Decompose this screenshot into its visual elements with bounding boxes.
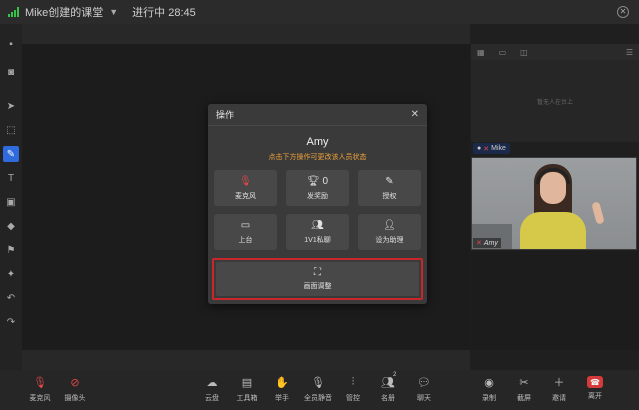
dialog-title: 操作 <box>216 110 235 120</box>
screen-adjust-highlight: ⛶ 画面调整 <box>212 258 423 300</box>
dialog-user-name: Amy <box>306 136 329 148</box>
screen-adjust-icon: ⛶ <box>314 267 321 278</box>
authorize-button[interactable]: ✎ 授权 <box>358 170 421 206</box>
private-chat-button[interactable]: 👥︎ 1V1私聊 <box>286 214 349 250</box>
screen-adjust-button[interactable]: ⛶ 画面调整 <box>216 262 419 296</box>
trophy-icon: 🏆︎ 0 <box>306 176 329 187</box>
reward-count: 0 <box>322 176 329 187</box>
set-assistant-button[interactable]: 👤︎ 设为助理 <box>358 214 421 250</box>
mic-toggle-button[interactable]: 🎙︎ 麦克风 <box>214 170 277 206</box>
close-icon[interactable]: ✕ <box>411 109 419 120</box>
pen-icon: ✎ <box>385 176 394 187</box>
dialog-hint: 点击下方操作可更改该人员状态 <box>268 154 367 161</box>
operation-dialog: 操作 ✕ Amy 点击下方操作可更改该人员状态 🎙︎ 麦克风 🏆︎ 0 发奖励 … <box>208 104 427 304</box>
private-chat-icon: 👥︎ <box>311 220 324 231</box>
on-stage-button[interactable]: ▭ 上台 <box>214 214 277 250</box>
dialog-header: 操作 ✕ <box>208 104 427 126</box>
reward-button[interactable]: 🏆︎ 0 发奖励 <box>286 170 349 206</box>
stage-icon: ▭ <box>240 220 251 231</box>
assistant-icon: 👤︎ <box>383 220 396 231</box>
mic-muted-icon: 🎙︎ <box>239 176 252 187</box>
